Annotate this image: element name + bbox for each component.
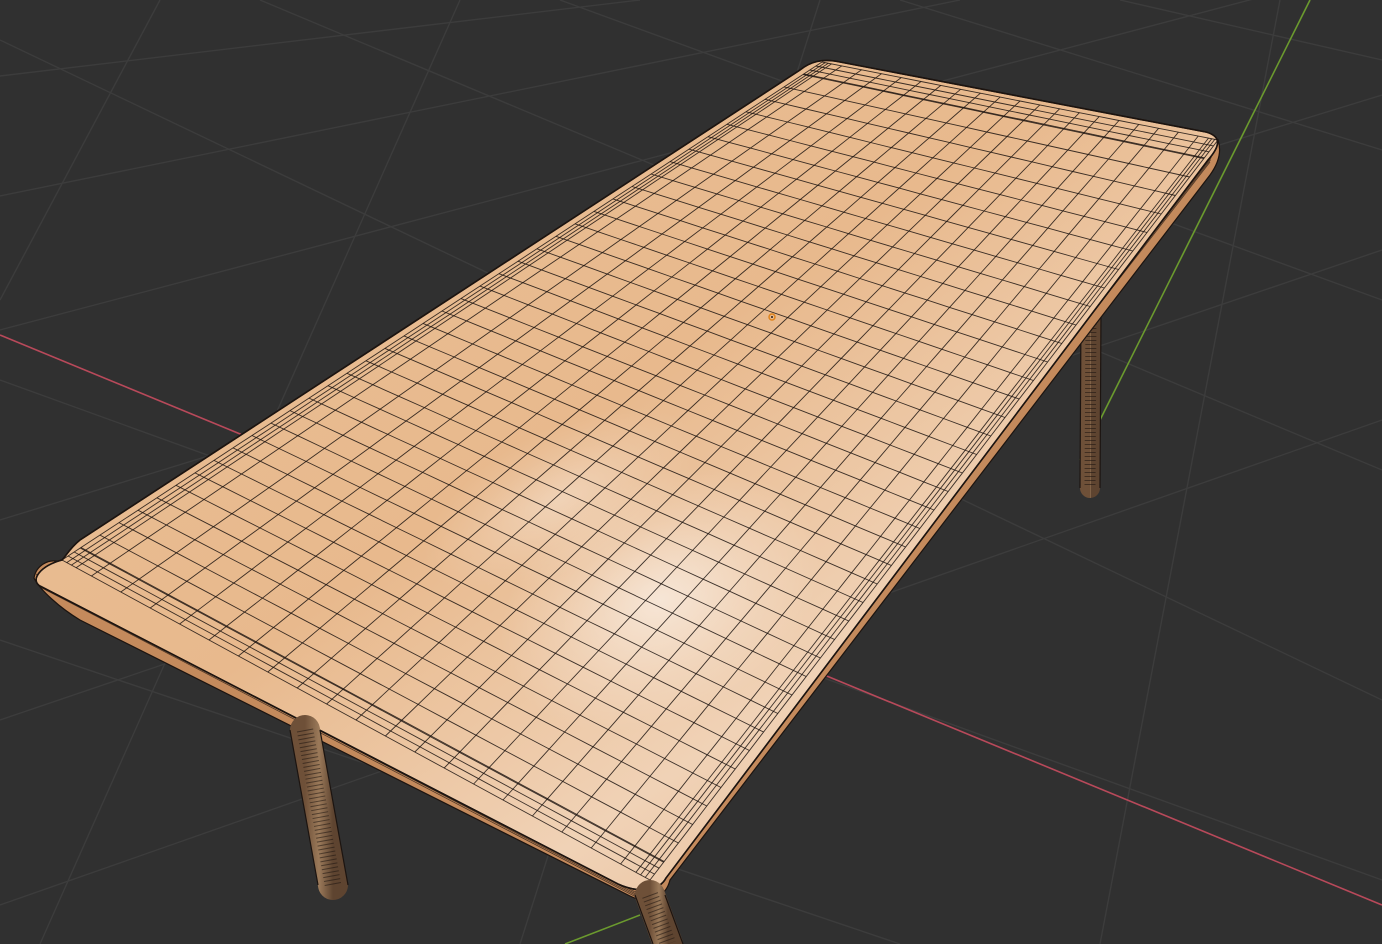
3d-viewport[interactable] [0, 0, 1382, 944]
leg-front-right[interactable] [634, 880, 684, 944]
grid-line [1119, 0, 1382, 61]
grid-line [0, 0, 641, 77]
leg-front-left[interactable] [289, 715, 349, 900]
object-origin-dot [771, 316, 773, 318]
grid-line [0, 0, 161, 301]
y-axis-line-lower [564, 914, 641, 944]
bench-seat[interactable] [33, 59, 1221, 901]
leg-front-left-body [290, 715, 348, 900]
viewport-scene[interactable] [0, 0, 1382, 944]
